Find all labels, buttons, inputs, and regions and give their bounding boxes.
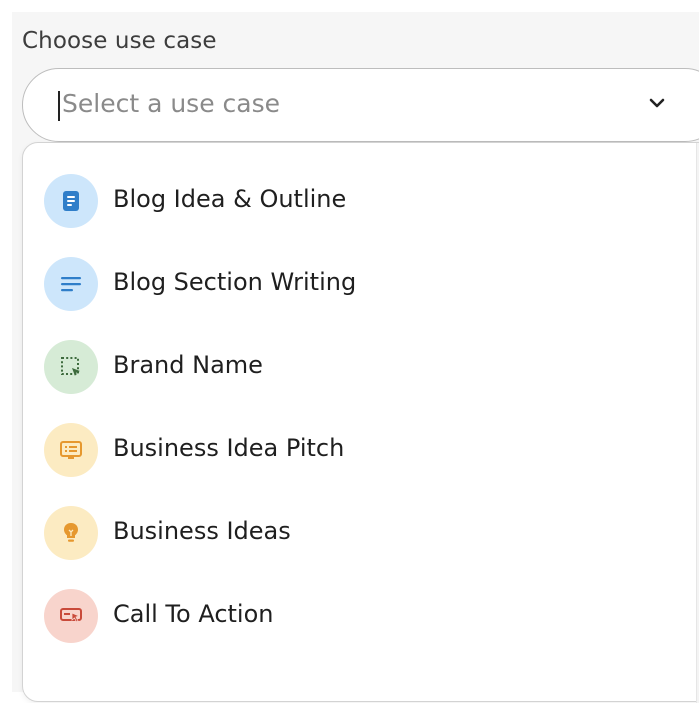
lightbulb-icon bbox=[44, 506, 98, 560]
option-label: Blog Idea & Outline bbox=[113, 185, 347, 213]
use-case-select[interactable]: Select a use case bbox=[22, 68, 699, 142]
presentation-icon bbox=[44, 423, 98, 477]
option-business-ideas[interactable]: Business Ideas bbox=[23, 491, 673, 574]
option-brand-name[interactable]: Brand Name bbox=[23, 325, 673, 408]
option-label: Brand Name bbox=[113, 351, 263, 379]
lines-icon bbox=[44, 257, 98, 311]
click-icon bbox=[44, 589, 98, 643]
field-label: Choose use case bbox=[22, 28, 217, 54]
option-business-idea-pitch[interactable]: Business Idea Pitch bbox=[23, 408, 673, 491]
option-blog-idea-outline[interactable]: Blog Idea & Outline bbox=[23, 159, 673, 242]
option-label: Business Ideas bbox=[113, 517, 291, 545]
option-label: Call To Action bbox=[113, 600, 274, 628]
document-icon bbox=[44, 174, 98, 228]
option-label: Business Idea Pitch bbox=[113, 434, 345, 462]
option-call-to-action[interactable]: Call To Action bbox=[23, 574, 673, 657]
select-placeholder: Select a use case bbox=[62, 89, 281, 118]
chevron-down-icon[interactable] bbox=[649, 97, 665, 109]
use-case-dropdown: Blog Idea & Outline Blog Section Writing… bbox=[22, 142, 699, 703]
option-label: Blog Section Writing bbox=[113, 268, 357, 296]
text-cursor bbox=[58, 91, 60, 121]
option-blog-section-writing[interactable]: Blog Section Writing bbox=[23, 242, 673, 325]
selection-cursor-icon bbox=[44, 340, 98, 394]
